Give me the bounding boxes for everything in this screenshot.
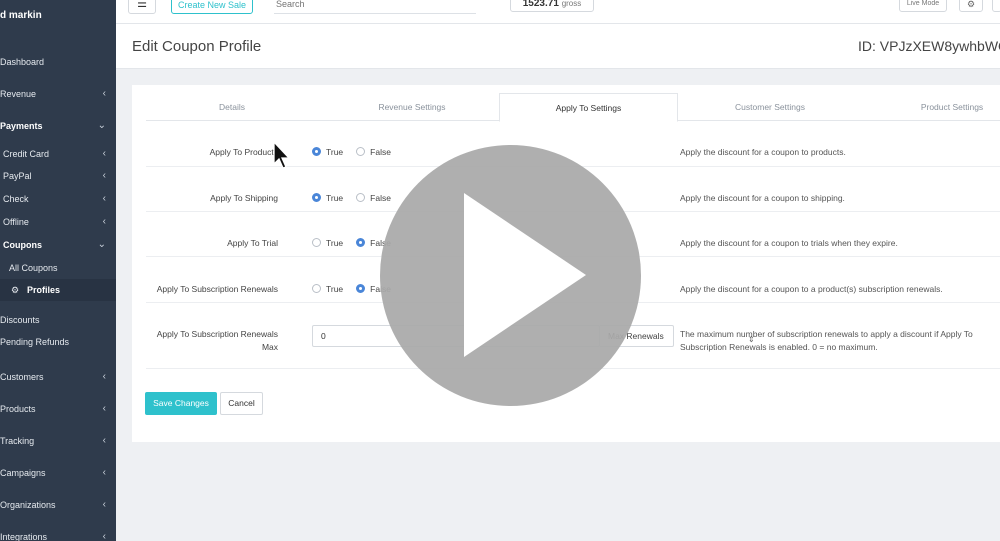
mouse-cursor-icon — [273, 141, 291, 169]
top-extra-button[interactable] — [992, 0, 1000, 12]
chevron-left-icon: ‹ — [102, 148, 106, 159]
chevron-left-icon: ‹ — [102, 170, 106, 181]
chevron-down-icon: ⌄ — [97, 120, 106, 131]
radio-true[interactable]: True — [312, 193, 343, 203]
top-bar: ☰ Create New Sale 1523.71 gross Live Mod… — [116, 0, 1000, 24]
gear-icon: ⚙ — [11, 285, 20, 295]
save-changes-button[interactable]: Save Changes — [145, 392, 217, 415]
sidebar-item-check[interactable]: Check ‹ — [0, 188, 116, 210]
sidebar-item-products[interactable]: Products ‹ — [0, 398, 116, 420]
gross-value: 1523.71 — [522, 0, 559, 9]
radio-button-checked[interactable] — [356, 238, 366, 247]
sidebar: d markin Dashboard Revenue ‹ Payments ⌄ Cr… — [0, 0, 116, 541]
live-mode-button[interactable]: Live Mode — [899, 0, 947, 12]
sidebar-item-tracking[interactable]: Tracking ‹ — [0, 430, 116, 452]
settings-gear-icon[interactable]: ⚙ — [959, 0, 983, 12]
sidebar-item-coupons[interactable]: Coupons ⌄ — [0, 234, 116, 256]
tab-details[interactable]: Details — [146, 93, 318, 121]
field-description: Apply the discount for a coupon to produ… — [680, 147, 846, 157]
radio-true[interactable]: True — [312, 238, 343, 248]
tab-apply-to-settings[interactable]: Apply To Settings — [499, 93, 678, 122]
coupon-id: ID: VPJzXEW8ywhbWO — [858, 38, 1000, 54]
gross-unit: gross — [561, 0, 582, 8]
chevron-left-icon: ‹ — [102, 499, 106, 510]
field-label: Apply To Trial — [227, 238, 278, 248]
sidebar-item-dashboard[interactable]: Dashboard — [0, 51, 116, 73]
field-label: Apply To Products — [209, 147, 278, 157]
page-title: Edit Coupon Profile — [132, 38, 262, 55]
radio-button[interactable] — [312, 284, 321, 293]
chevron-left-icon: ‹ — [102, 371, 106, 382]
sidebar-item-credit-card[interactable]: Credit Card ‹ — [0, 143, 116, 165]
sidebar-item-discounts[interactable]: Discounts — [0, 309, 116, 331]
radio-button[interactable] — [356, 147, 366, 156]
radio-button-checked[interactable] — [312, 193, 321, 202]
chevron-left-icon: ‹ — [102, 193, 106, 204]
radio-true[interactable]: True — [312, 147, 343, 157]
search-input[interactable] — [274, 0, 476, 14]
field-label: Apply To Subscription Renewals — [156, 284, 278, 294]
user-name: d markin — [0, 10, 42, 21]
radio-button[interactable] — [312, 238, 321, 247]
chevron-left-icon: ‹ — [102, 403, 106, 414]
sidebar-item-profiles[interactable]: ⚙ Profiles — [0, 279, 116, 301]
sidebar-item-all-coupons[interactable]: All Coupons — [0, 257, 116, 279]
chevron-left-icon: ‹ — [102, 88, 106, 99]
tab-bar: Details Revenue Settings Apply To Settin… — [146, 93, 1000, 122]
sidebar-item-revenue[interactable]: Revenue ‹ — [0, 83, 116, 105]
cancel-button[interactable]: Cancel — [220, 392, 263, 415]
sidebar-item-pending-refunds[interactable]: Pending Refunds — [0, 331, 116, 353]
sidebar-item-organizations[interactable]: Organizations ‹ — [0, 494, 116, 516]
field-description: Apply the discount for a coupon to a pro… — [680, 284, 943, 294]
create-new-sale-button[interactable]: Create New Sale — [171, 0, 253, 14]
field-label: Apply To Shipping — [210, 193, 278, 203]
tab-customer-settings[interactable]: Customer Settings — [684, 93, 856, 121]
sidebar-item-customers[interactable]: Customers ‹ — [0, 366, 116, 388]
chevron-left-icon: ‹ — [102, 216, 106, 227]
chevron-left-icon: ‹ — [102, 435, 106, 446]
play-video-button[interactable] — [380, 145, 641, 406]
menu-toggle-button[interactable]: ☰ — [128, 0, 156, 14]
chevron-down-icon: ⌄ — [97, 239, 106, 250]
sidebar-item-offline[interactable]: Offline ‹ — [0, 211, 116, 233]
radio-button-checked[interactable] — [356, 284, 366, 293]
tab-product-settings[interactable]: Product Settings — [866, 93, 1000, 121]
radio-button-checked[interactable] — [312, 147, 321, 156]
sidebar-item-campaigns[interactable]: Campaigns ‹ — [0, 462, 116, 484]
gross-total: 1523.71 gross — [510, 0, 594, 12]
chevron-left-icon: ‹ — [102, 467, 106, 478]
radio-true[interactable]: True — [312, 284, 343, 294]
field-description: Apply the discount for a coupon to shipp… — [680, 193, 845, 203]
chevron-left-icon: ‹ — [102, 531, 106, 541]
sidebar-item-paypal[interactable]: PayPal ‹ — [0, 165, 116, 187]
sidebar-item-integrations[interactable]: Integrations ‹ — [0, 526, 116, 541]
tab-revenue-settings[interactable]: Revenue Settings — [326, 93, 498, 121]
field-description: Apply the discount for a coupon to trial… — [680, 238, 898, 248]
field-label: Apply To Subscription Renewals Max — [156, 329, 278, 352]
radio-button[interactable] — [356, 193, 366, 202]
field-description: The maximum number of subscription renew… — [680, 329, 973, 352]
title-bar: Edit Coupon Profile ID: VPJzXEW8ywhbWO — [116, 24, 1000, 69]
sidebar-item-payments[interactable]: Payments ⌄ — [0, 115, 116, 137]
